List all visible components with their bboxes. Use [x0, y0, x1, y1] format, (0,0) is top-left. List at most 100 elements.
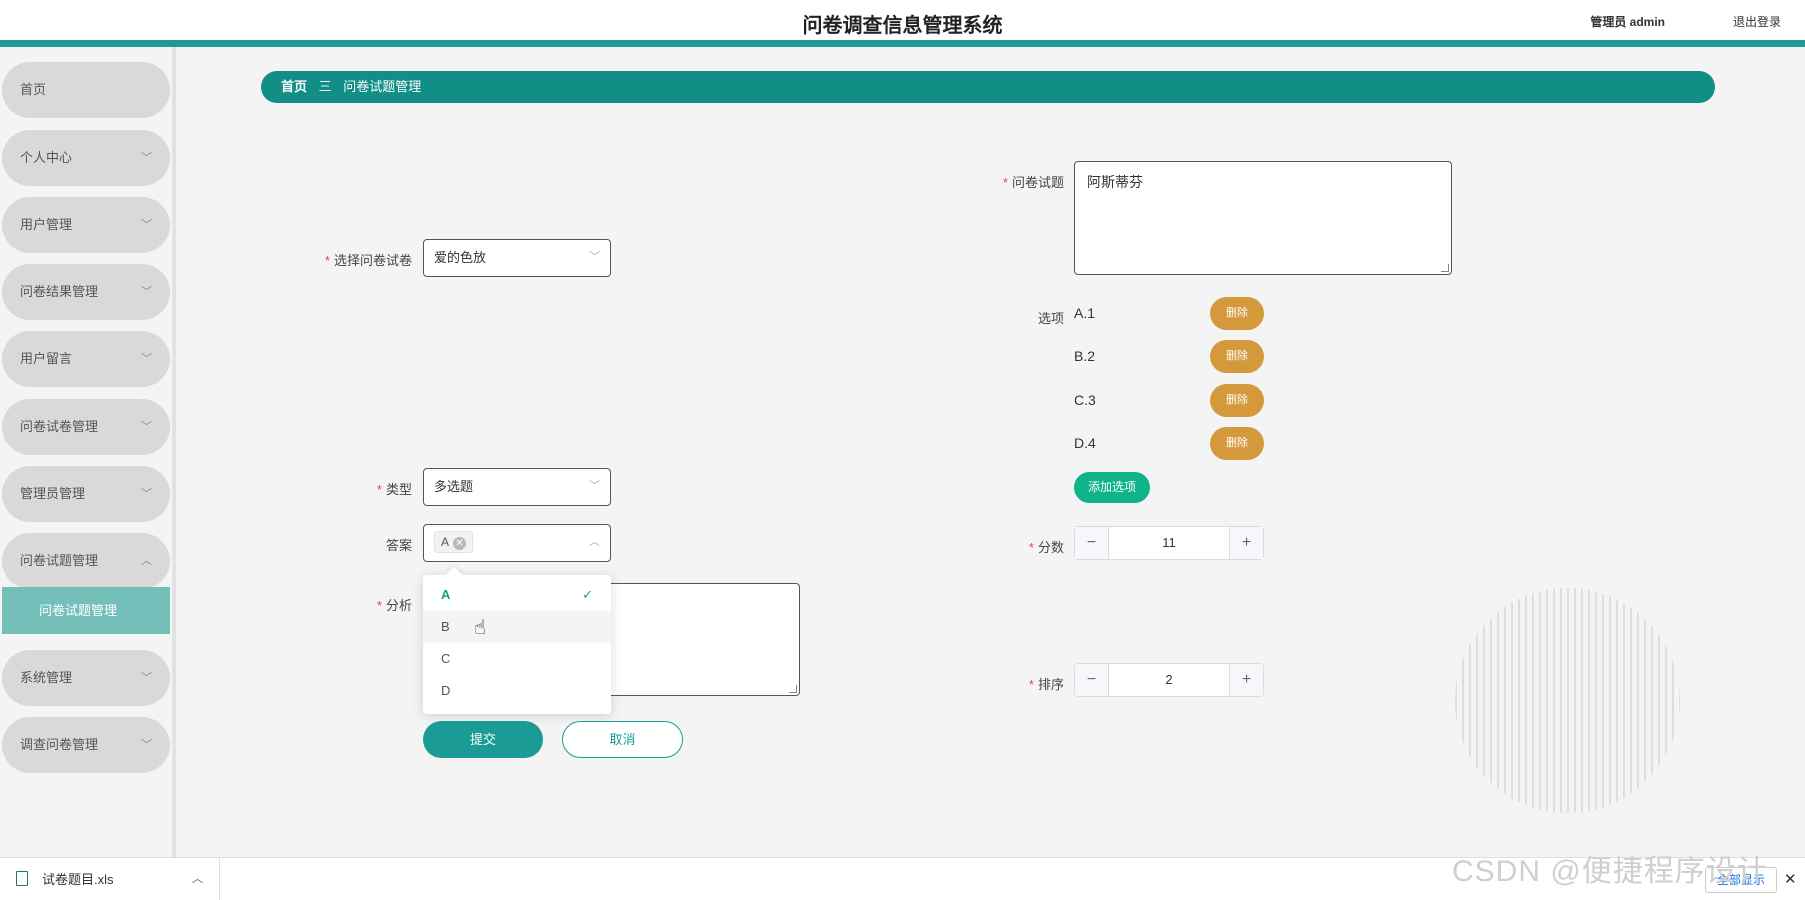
breadcrumb-separator: 三: [318, 79, 332, 94]
dropdown-option-label: B: [441, 619, 450, 634]
type-select[interactable]: 多选题 ﹀: [423, 468, 611, 506]
chevron-down-icon: ﹀: [141, 672, 152, 684]
dropdown-option-d[interactable]: D: [423, 675, 611, 707]
sidebar-item-label: 系统管理: [20, 670, 73, 685]
delete-option-button[interactable]: 删除: [1210, 340, 1264, 373]
analysis-label-text: 分析: [385, 598, 412, 613]
chevron-down-icon: ﹀: [141, 488, 152, 500]
required-mark: *: [1028, 677, 1034, 692]
paper-label-text: 选择问卷试卷: [333, 253, 412, 268]
dropdown-option-b[interactable]: B: [423, 611, 611, 643]
current-user: 管理员 admin: [1590, 15, 1665, 29]
order-label-text: 排序: [1037, 677, 1064, 692]
breadcrumb-current: 问卷试题管理: [343, 79, 422, 94]
sidebar-item-label: 问卷试卷管理: [20, 419, 99, 434]
sidebar-item-label: 用户留言: [20, 351, 73, 366]
score-label: * 分数: [960, 537, 1064, 556]
chevron-down-icon: ﹀: [141, 286, 152, 298]
resize-handle[interactable]: [1441, 264, 1449, 272]
answer-tag-text: A: [441, 535, 450, 549]
dropdown-option-c[interactable]: C: [423, 643, 611, 675]
excel-file-icon: [16, 871, 28, 886]
chevron-down-icon: ﹀: [589, 480, 600, 492]
options-label: 选项: [1037, 311, 1064, 326]
sidebar-item-label: 首页: [20, 82, 47, 97]
score-value[interactable]: 11: [1109, 527, 1229, 559]
sidebar-item-home[interactable]: 首页: [2, 62, 170, 118]
paper-select-value: 爱的色放: [434, 250, 487, 265]
chevron-up-icon: ︿: [589, 536, 600, 548]
answer-select[interactable]: A ✕ ︿: [423, 524, 611, 562]
sidebar-subitem-label: 问卷试题管理: [39, 603, 118, 618]
watermark: CSDN @便捷程序设计: [1452, 855, 1768, 888]
chevron-up-icon[interactable]: ︿: [192, 858, 203, 900]
option-text: B.2: [1074, 348, 1096, 364]
chevron-up-icon: ︿: [141, 555, 152, 567]
sidebar-item-label: 管理员管理: [20, 486, 86, 501]
header-accent-bar: [0, 40, 1805, 47]
answer-dropdown: A ✓ B C D: [423, 566, 611, 714]
chevron-down-icon: ﹀: [589, 251, 600, 263]
sidebar-item-survey-management[interactable]: 调查问卷管理 ﹀: [2, 717, 170, 773]
plus-icon[interactable]: +: [1229, 664, 1263, 696]
chevron-down-icon: ﹀: [141, 739, 152, 751]
download-item[interactable]: 试卷题目.xls ︿: [12, 858, 220, 900]
answer-label-text: 答案: [385, 538, 412, 553]
order-stepper[interactable]: − 2 +: [1074, 663, 1264, 697]
sidebar-item-personal-center[interactable]: 个人中心 ﹀: [2, 130, 170, 186]
question-text: 阿斯蒂芬: [1087, 174, 1143, 190]
required-mark: *: [376, 598, 382, 613]
submit-button[interactable]: 提交: [423, 721, 543, 758]
order-value[interactable]: 2: [1109, 664, 1229, 696]
chevron-down-icon: ﹀: [141, 421, 152, 433]
score-stepper[interactable]: − 11 +: [1074, 526, 1264, 560]
score-label-text: 分数: [1037, 540, 1064, 555]
dropdown-option-label: A: [441, 587, 451, 602]
cancel-button[interactable]: 取消: [562, 721, 683, 758]
close-icon[interactable]: ✕: [453, 537, 467, 550]
dropdown-option-a[interactable]: A ✓: [423, 579, 611, 611]
analysis-label: * 分析: [300, 595, 412, 614]
sidebar-item-user-messages[interactable]: 用户留言 ﹀: [2, 331, 170, 387]
logout-link[interactable]: 退出登录: [1733, 13, 1781, 30]
decorative-striped-circle: [1455, 588, 1680, 813]
plus-icon[interactable]: +: [1229, 527, 1263, 559]
type-select-value: 多选题: [434, 479, 474, 494]
sidebar-item-user-management[interactable]: 用户管理 ﹀: [2, 197, 170, 253]
delete-option-button[interactable]: 删除: [1210, 384, 1264, 417]
option-text: D.4: [1074, 435, 1096, 451]
breadcrumb-home[interactable]: 首页: [281, 79, 307, 94]
type-label: * 类型: [300, 479, 412, 498]
breadcrumb: 首页 三 问卷试题管理: [261, 71, 1715, 103]
answer-label: 答案: [300, 535, 412, 554]
paper-select[interactable]: 爱的色放 ﹀: [423, 239, 611, 277]
dropdown-option-label: D: [441, 683, 451, 698]
add-option-button[interactable]: 添加选项: [1074, 472, 1150, 503]
close-icon[interactable]: ✕: [1784, 858, 1797, 900]
chevron-down-icon: ﹀: [141, 353, 152, 365]
option-text: A.1: [1074, 305, 1096, 321]
required-mark: *: [1002, 175, 1008, 190]
sidebar: 首页 个人中心 ﹀ 用户管理 ﹀ 问卷结果管理 ﹀ 用户留言 ﹀ 问卷试卷管理 …: [0, 47, 176, 857]
question-textarea[interactable]: 阿斯蒂芬: [1074, 161, 1452, 275]
sidebar-item-survey-questions[interactable]: 问卷试题管理 ︿: [2, 533, 170, 589]
sidebar-item-admin-management[interactable]: 管理员管理 ﹀: [2, 466, 170, 522]
sidebar-item-system-management[interactable]: 系统管理 ﹀: [2, 650, 170, 706]
sidebar-item-label: 问卷结果管理: [20, 284, 99, 299]
download-file-name: 试卷题目.xls: [42, 872, 114, 887]
sidebar-item-label: 调查问卷管理: [20, 737, 99, 752]
order-label: * 排序: [960, 674, 1064, 693]
sidebar-item-survey-papers[interactable]: 问卷试卷管理 ﹀: [2, 399, 170, 455]
delete-option-button[interactable]: 删除: [1210, 297, 1264, 330]
minus-icon[interactable]: −: [1075, 664, 1109, 696]
sidebar-subitem-survey-questions[interactable]: 问卷试题管理: [2, 587, 170, 634]
delete-option-button[interactable]: 删除: [1210, 427, 1264, 460]
required-mark: *: [376, 482, 382, 497]
question-label-text: 问卷试题: [1011, 175, 1064, 190]
resize-handle[interactable]: [789, 685, 797, 693]
app-title: 问卷调查信息管理系统: [802, 15, 1003, 37]
sidebar-item-label: 用户管理: [20, 217, 73, 232]
sidebar-item-survey-results[interactable]: 问卷结果管理 ﹀: [2, 264, 170, 320]
chevron-down-icon: ﹀: [141, 152, 152, 164]
minus-icon[interactable]: −: [1075, 527, 1109, 559]
